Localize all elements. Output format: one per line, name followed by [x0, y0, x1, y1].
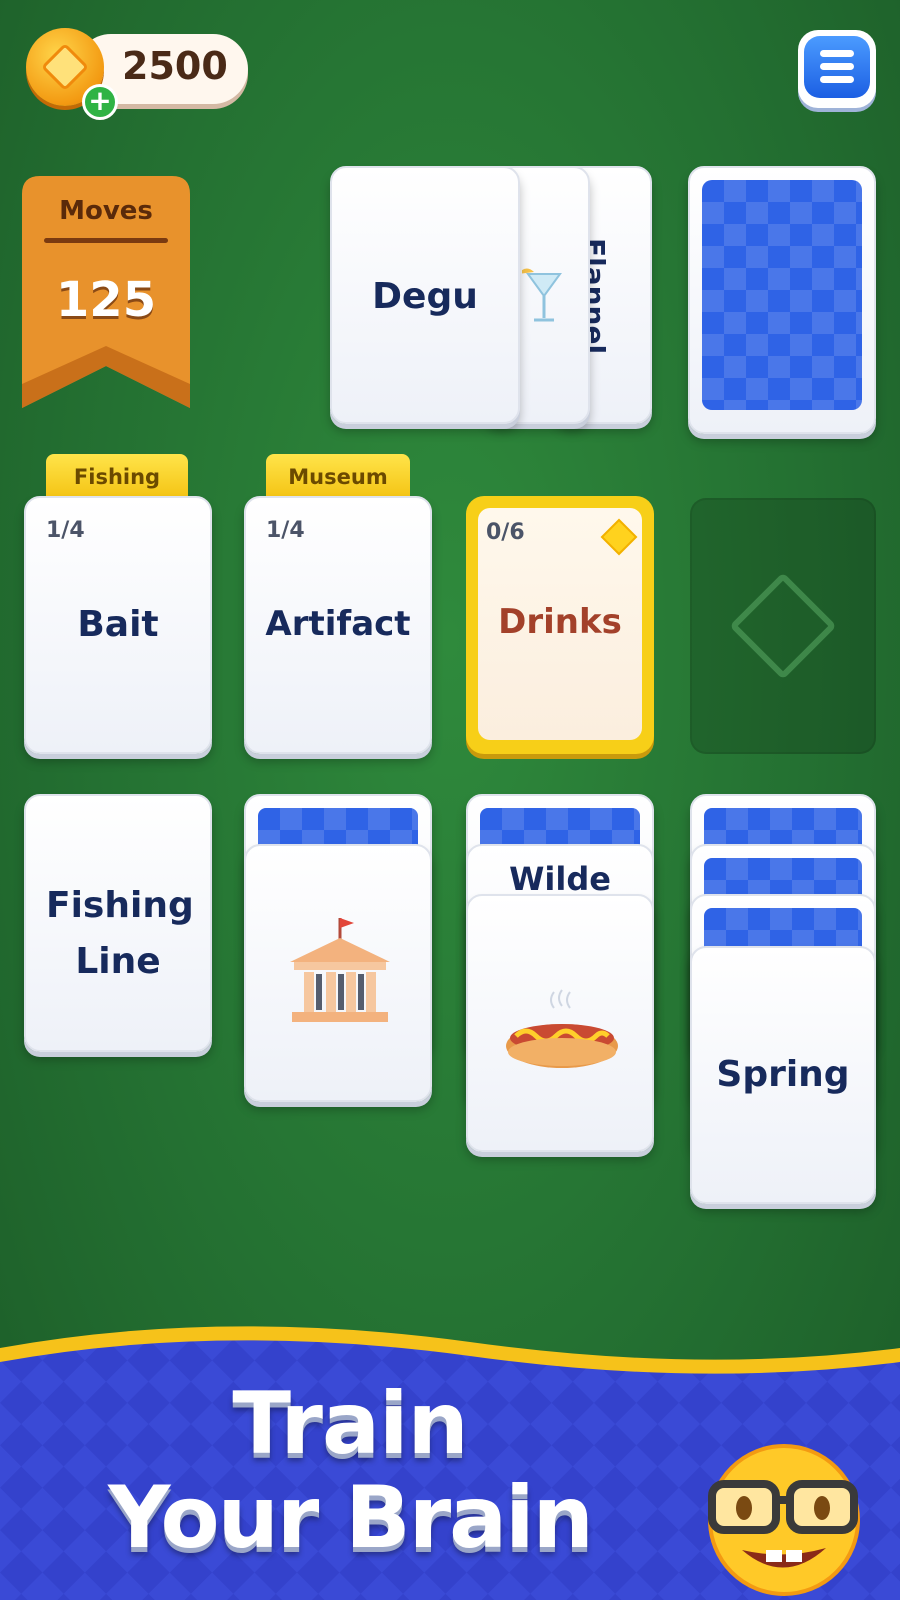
- empty-foundation-slot[interactable]: [690, 498, 876, 754]
- tableau-card-spring[interactable]: Spring: [690, 946, 876, 1204]
- foundation-word: Drinks: [498, 602, 622, 642]
- tableau-card-fishing-line[interactable]: Fishing Line: [24, 794, 212, 1052]
- tableau-word: Spring: [716, 1054, 850, 1095]
- nerd-emoji-icon: [702, 1436, 872, 1596]
- promo-banner: Train Your Brain: [0, 1318, 900, 1600]
- museum-building-icon: [284, 916, 396, 1034]
- diamond-icon: [600, 518, 638, 556]
- tableau-card-museum[interactable]: [244, 844, 432, 1102]
- add-coins-icon[interactable]: +: [82, 84, 118, 120]
- waste-top-word: Degu: [372, 276, 478, 317]
- foundation-word: Artifact: [265, 604, 411, 644]
- foundation-tab-fishing: Fishing: [46, 454, 188, 498]
- stock-pile[interactable]: [688, 166, 876, 434]
- menu-button[interactable]: [798, 30, 876, 108]
- foundation-artifact[interactable]: 1/4 Artifact: [244, 496, 432, 754]
- foundation-count: 1/4: [46, 518, 85, 543]
- tableau-card-hotdog[interactable]: [466, 894, 654, 1152]
- foundation-count: 1/4: [266, 518, 305, 543]
- banner-line-2: Your Brain: [108, 1468, 594, 1568]
- foundation-word: Bait: [77, 604, 159, 645]
- cocktail-glass-icon: [518, 266, 566, 326]
- banner-line-1: Train: [232, 1374, 468, 1474]
- hotdog-icon: [502, 986, 622, 1076]
- tableau-peek-word: Wilde: [509, 860, 611, 898]
- hamburger-menu-icon: [804, 36, 870, 98]
- foundation-bait[interactable]: 1/4 Bait: [24, 496, 212, 754]
- diamond-outline-icon: [729, 572, 837, 680]
- foundation-tab-museum: Museum: [266, 454, 410, 498]
- tableau-word: Fishing Line: [46, 885, 194, 982]
- moves-ribbon: Moves 125: [22, 176, 190, 408]
- waste-card-top[interactable]: Degu: [330, 166, 520, 424]
- foundation-count: 0/6: [486, 520, 525, 545]
- coin-count: 2500: [122, 44, 228, 88]
- foundation-drinks[interactable]: 0/6 Drinks: [466, 496, 654, 754]
- moves-count: 125: [55, 272, 157, 328]
- coin-counter[interactable]: 2500 +: [26, 28, 252, 120]
- stock-card-back: [702, 180, 862, 410]
- moves-label: Moves: [59, 196, 153, 226]
